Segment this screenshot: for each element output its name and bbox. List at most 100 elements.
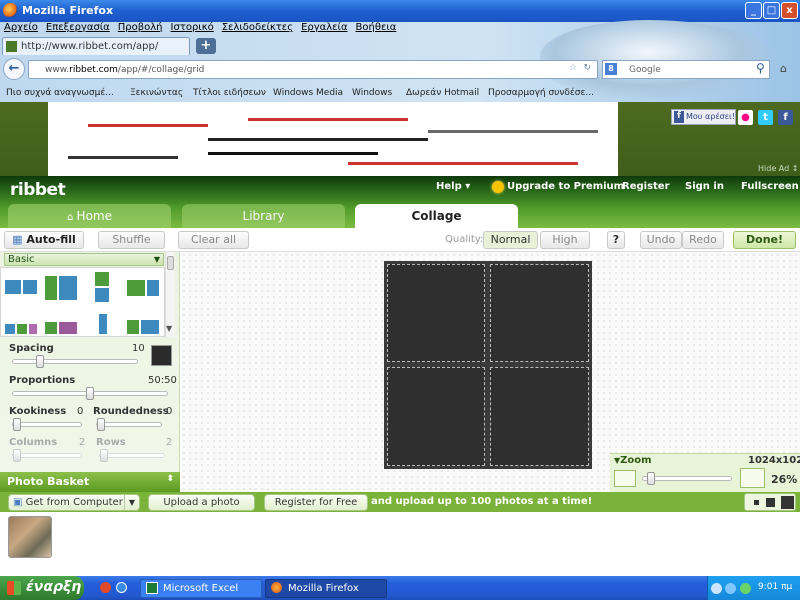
menu-bookmarks[interactable]: Σελιδοδείκτες (222, 22, 293, 33)
roundedness-slider-handle[interactable] (97, 418, 105, 431)
sign-in-link[interactable]: Sign in (685, 181, 724, 192)
flickr-icon[interactable]: ● (738, 110, 753, 125)
quality-normal-button[interactable]: Normal (483, 231, 538, 249)
menu-edit[interactable]: Επεξεργασία (46, 22, 110, 33)
auto-fill-button[interactable]: ▦ Auto-fill (4, 231, 84, 249)
get-from-computer-button[interactable]: ▣ Get from Computer ▼ (8, 494, 140, 511)
expand-icon[interactable]: ⬍ (166, 474, 174, 484)
menu-view[interactable]: Προβολή (118, 22, 163, 33)
zoom-out-icon[interactable] (614, 470, 636, 487)
star-icon[interactable]: ☆ (569, 63, 577, 73)
columns-slider[interactable] (12, 449, 82, 462)
layout-scrollbar[interactable]: ▼ (165, 252, 175, 337)
taskbar-firefox[interactable]: Mozilla Firefox (265, 579, 387, 598)
collage-cell-bottom-left[interactable] (387, 367, 485, 466)
taskbar-excel[interactable]: Microsoft Excel (140, 579, 262, 598)
fullscreen-link[interactable]: Fullscreen (741, 181, 799, 192)
tray-icon[interactable] (711, 583, 722, 594)
menu-file[interactable]: Αρχείο (4, 22, 38, 33)
chevron-down-icon[interactable]: ▼ (123, 495, 135, 510)
done-button[interactable]: Done! (733, 231, 796, 249)
layout-thumb[interactable] (5, 280, 21, 294)
url-domain: ribbet.com (69, 65, 118, 75)
help-menu[interactable]: Help ▾ (436, 181, 470, 192)
redo-button[interactable]: Redo (682, 231, 724, 249)
reload-icon[interactable]: ↻ (583, 63, 591, 73)
quality-high-button[interactable]: High (540, 231, 590, 249)
scroll-down-icon[interactable]: ▼ (166, 324, 172, 333)
home-icon[interactable]: ⌂ (780, 62, 787, 75)
clear-all-button[interactable]: Clear all (178, 231, 249, 249)
bookmark-most-visited[interactable]: Πιο συχνά αναγνωσμέ... (6, 88, 114, 98)
basket-photo-thumbnail[interactable] (8, 516, 52, 558)
menu-tools[interactable]: Εργαλεία (301, 22, 347, 33)
shuffle-button[interactable]: Shuffle (98, 231, 165, 249)
kookiness-slider-handle[interactable] (13, 418, 21, 431)
small-thumb-icon[interactable] (754, 500, 759, 505)
security-icon[interactable] (740, 583, 751, 594)
zoom-slider[interactable] (642, 472, 732, 485)
menu-history[interactable]: Ιστορικό (171, 22, 214, 33)
collage-canvas[interactable] (384, 261, 592, 469)
zoom-in-icon[interactable] (740, 468, 765, 488)
maximize-button[interactable]: □ (763, 2, 780, 19)
quicklaunch-icon[interactable] (100, 582, 111, 593)
help-button[interactable]: ? (607, 231, 625, 249)
spacing-slider[interactable] (12, 355, 138, 368)
undo-button[interactable]: Undo (640, 231, 682, 249)
register-free-button[interactable]: Register for Free (264, 494, 368, 511)
collage-cell-top-right[interactable] (490, 264, 589, 362)
kookiness-slider[interactable] (12, 418, 82, 431)
zoom-slider-handle[interactable] (647, 472, 655, 485)
tab-collage[interactable]: Collage (355, 204, 518, 228)
hide-ad-link[interactable]: Hide Ad ↕ (758, 164, 798, 173)
search-input[interactable]: Google (602, 60, 770, 79)
proportions-slider-handle[interactable] (86, 387, 94, 400)
browser-tab[interactable]: http://www.ribbet.com/app/ (2, 37, 190, 55)
back-button[interactable]: ← (3, 58, 25, 80)
tab-home[interactable]: ⌂ Home (8, 204, 171, 228)
tab-library[interactable]: Library (182, 204, 345, 228)
spacing-slider-handle[interactable] (36, 355, 44, 368)
proportions-slider[interactable] (12, 387, 168, 400)
bookmark-windows-media[interactable]: Windows Media (273, 88, 343, 98)
bookmark-getting-started[interactable]: Ξεκινώντας (130, 88, 183, 98)
upload-photo-button[interactable]: Upload a photo (148, 494, 255, 511)
register-link[interactable]: Register (622, 181, 670, 192)
collage-cell-top-left[interactable] (387, 264, 485, 362)
layout-category-select[interactable]: Basic (4, 253, 164, 266)
large-thumb-icon[interactable] (781, 496, 794, 509)
minimize-button[interactable]: _ (745, 2, 762, 19)
upgrade-premium-link[interactable]: Upgrade to Premium (507, 181, 624, 192)
close-button[interactable]: x (781, 2, 798, 19)
thumbnail-size-toggle[interactable] (744, 493, 796, 511)
rows-slider[interactable] (99, 449, 165, 462)
ribbet-logo[interactable]: ribbet (10, 180, 66, 200)
columns-slider-handle[interactable] (13, 449, 21, 462)
roundedness-slider[interactable] (96, 418, 162, 431)
search-magnifier-icon[interactable]: ⚲ (756, 61, 765, 75)
layout-thumb[interactable] (95, 272, 109, 286)
new-tab-button[interactable]: + (196, 38, 216, 54)
twitter-icon[interactable]: t (758, 110, 773, 125)
url-bar[interactable]: www.ribbet.com/app/#/collage/grid ☆ ↻ (28, 60, 598, 79)
window-title-bar[interactable]: Mozilla Firefox _ □ x (0, 0, 800, 22)
collage-cell-bottom-right[interactable] (490, 367, 589, 466)
network-icon[interactable] (725, 583, 736, 594)
facebook-like-button[interactable]: Μου αρέσει! (671, 109, 736, 125)
rows-slider-handle[interactable] (100, 449, 108, 462)
bookmark-windows[interactable]: Windows (352, 88, 392, 98)
medium-thumb-icon[interactable] (766, 498, 775, 507)
bookmark-headlines[interactable]: Τίτλοι ειδήσεων (193, 88, 266, 98)
layout-thumbnails[interactable] (0, 267, 165, 337)
bookmark-hotmail[interactable]: Δωρεάν Hotmail (406, 88, 479, 98)
layout-thumb[interactable] (127, 280, 145, 296)
photo-basket-header[interactable]: Photo Basket ⬍ (0, 472, 180, 492)
ie-icon[interactable] (116, 582, 127, 593)
bookmark-customize-links[interactable]: Προσαρμογή συνδέσε... (488, 88, 594, 98)
advertisement-banner[interactable] (48, 102, 618, 176)
border-color-swatch[interactable] (151, 345, 172, 366)
facebook-icon[interactable]: f (778, 110, 793, 125)
menu-help[interactable]: Βοήθεια (356, 22, 397, 33)
layout-thumb[interactable] (45, 276, 57, 300)
